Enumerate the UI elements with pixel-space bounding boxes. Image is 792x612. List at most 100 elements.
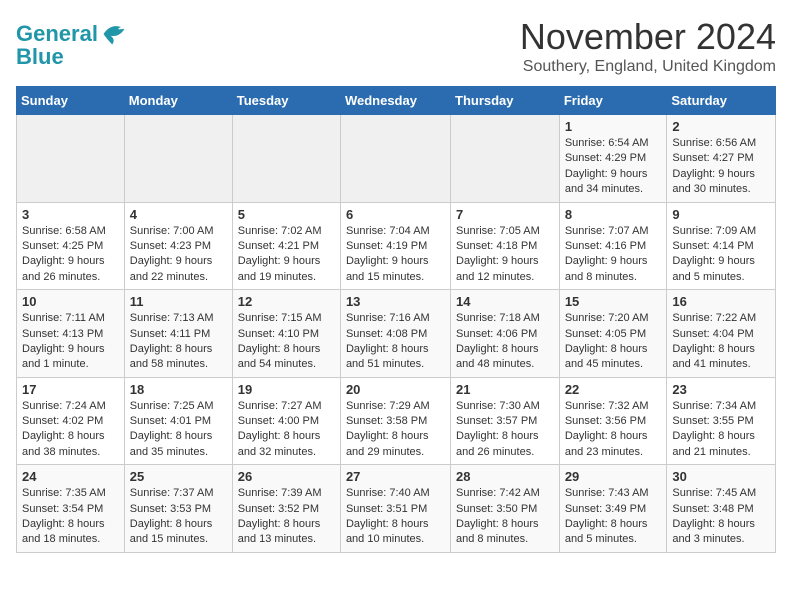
logo: General Blue <box>16 20 128 70</box>
day-info: Sunrise: 6:56 AM <box>672 136 770 151</box>
day-number: 21 <box>456 382 554 397</box>
week-row-4: 17 Sunrise: 7:24 AMSunset: 4:02 PM Dayligh… <box>17 377 776 465</box>
day-info: Daylight: 8 hours and 26 minutes. <box>456 429 554 460</box>
day-info: Sunrise: 7:22 AM <box>672 311 770 326</box>
day-number: 27 <box>346 469 445 484</box>
day-info: Sunset: 3:54 PM <box>22 502 119 517</box>
day-info: Sunset: 4:10 PM <box>238 327 335 342</box>
day-info: Daylight: 8 hours and 48 minutes. <box>456 342 554 373</box>
location: Southery, England, United Kingdom <box>520 58 776 76</box>
day-info: Daylight: 9 hours and 1 minute. <box>22 342 119 373</box>
day-info: Sunrise: 7:27 AM <box>238 399 335 414</box>
calendar-cell: 7Sunrise: 7:05 AMSunset: 4:18 PMDaylight… <box>451 202 560 290</box>
day-info: Sunset: 3:51 PM <box>346 502 445 517</box>
header: General Blue November 2024 Southery, Eng… <box>16 16 776 76</box>
day-info: Sunset: 4:06 PM <box>456 327 554 342</box>
day-number: 20 <box>346 382 445 397</box>
day-number: 17 <box>22 382 119 397</box>
header-day-friday: Friday <box>559 87 667 115</box>
day-info: Sunset: 4:01 PM <box>130 414 227 429</box>
day-info: Sunset: 3:49 PM <box>565 502 662 517</box>
day-info: Daylight: 9 hours and 5 minutes. <box>672 254 770 285</box>
day-info: Sunset: 3:55 PM <box>672 414 770 429</box>
day-info: Sunset: 3:56 PM <box>565 414 662 429</box>
day-number: 2 <box>672 119 770 134</box>
day-number: 8 <box>565 207 662 222</box>
day-info: Sunset: 4:14 PM <box>672 239 770 254</box>
day-info: Sunrise: 6:54 AM <box>565 136 662 151</box>
day-info: Sunset: 4:21 PM <box>238 239 335 254</box>
day-number: 9 <box>672 207 770 222</box>
day-info: Sunset: 4:29 PM <box>565 151 662 166</box>
day-info: Daylight: 8 hours and 54 minutes. <box>238 342 335 373</box>
calendar-table: SundayMondayTuesdayWednesdayThursdayFrid… <box>16 86 776 553</box>
day-info: Sunset: 4:19 PM <box>346 239 445 254</box>
day-info: Sunset: 4:16 PM <box>565 239 662 254</box>
day-info: Daylight: 8 hours and 8 minutes. <box>456 517 554 548</box>
logo-icon <box>100 20 128 48</box>
week-row-1: 1 Sunrise: 6:54 AMSunset: 4:29 PM Daylight… <box>17 115 776 203</box>
header-day-thursday: Thursday <box>451 87 560 115</box>
week-row-5: 24 Sunrise: 7:35 AMSunset: 3:54 PM Dayligh… <box>17 465 776 553</box>
calendar-cell: 5Sunrise: 7:02 AMSunset: 4:21 PMDaylight… <box>232 202 340 290</box>
day-info: Sunset: 4:13 PM <box>22 327 119 342</box>
calendar-cell: 8Sunrise: 7:07 AMSunset: 4:16 PMDaylight… <box>559 202 667 290</box>
calendar-cell: 16Sunrise: 7:22 AMSunset: 4:04 PMDayligh… <box>667 290 776 378</box>
day-info: Daylight: 9 hours and 30 minutes. <box>672 167 770 198</box>
day-info: Sunset: 3:57 PM <box>456 414 554 429</box>
day-number: 1 <box>565 119 662 134</box>
calendar-cell <box>17 115 125 203</box>
calendar-cell <box>124 115 232 203</box>
day-info: Daylight: 8 hours and 3 minutes. <box>672 517 770 548</box>
day-info: Sunrise: 7:42 AM <box>456 486 554 501</box>
day-info: Sunset: 4:00 PM <box>238 414 335 429</box>
day-info: Sunrise: 7:43 AM <box>565 486 662 501</box>
day-info: Daylight: 8 hours and 41 minutes. <box>672 342 770 373</box>
day-info: Sunrise: 7:15 AM <box>238 311 335 326</box>
day-info: Sunset: 3:48 PM <box>672 502 770 517</box>
calendar-cell: 30Sunrise: 7:45 AMSunset: 3:48 PMDayligh… <box>667 465 776 553</box>
calendar-cell: 11Sunrise: 7:13 AMSunset: 4:11 PMDayligh… <box>124 290 232 378</box>
day-number: 18 <box>130 382 227 397</box>
title-area: November 2024 Southery, England, United … <box>520 16 776 76</box>
day-info: Sunrise: 7:39 AM <box>238 486 335 501</box>
day-number: 25 <box>130 469 227 484</box>
calendar-cell: 9 Sunrise: 7:09 AMSunset: 4:14 PMDaylight… <box>667 202 776 290</box>
day-info: Sunrise: 7:09 AM <box>672 224 770 239</box>
day-info: Sunset: 4:23 PM <box>130 239 227 254</box>
day-info: Sunrise: 7:24 AM <box>22 399 119 414</box>
day-info: Sunset: 3:53 PM <box>130 502 227 517</box>
day-number: 7 <box>456 207 554 222</box>
day-number: 16 <box>672 294 770 309</box>
calendar-cell: 13Sunrise: 7:16 AMSunset: 4:08 PMDayligh… <box>340 290 450 378</box>
day-info: Sunrise: 7:16 AM <box>346 311 445 326</box>
day-number: 28 <box>456 469 554 484</box>
day-info: Sunset: 4:18 PM <box>456 239 554 254</box>
day-number: 24 <box>22 469 119 484</box>
day-info: Sunrise: 7:30 AM <box>456 399 554 414</box>
day-info: Daylight: 8 hours and 29 minutes. <box>346 429 445 460</box>
calendar-cell: 2 Sunrise: 6:56 AMSunset: 4:27 PMDaylight… <box>667 115 776 203</box>
day-info: Sunset: 4:11 PM <box>130 327 227 342</box>
day-info: Sunrise: 7:40 AM <box>346 486 445 501</box>
calendar-cell: 10Sunrise: 7:11 AMSunset: 4:13 PMDayligh… <box>17 290 125 378</box>
day-info: Sunrise: 7:35 AM <box>22 486 119 501</box>
day-info: Daylight: 9 hours and 26 minutes. <box>22 254 119 285</box>
day-number: 26 <box>238 469 335 484</box>
day-number: 29 <box>565 469 662 484</box>
day-info: Daylight: 9 hours and 12 minutes. <box>456 254 554 285</box>
day-info: Daylight: 8 hours and 35 minutes. <box>130 429 227 460</box>
logo-text: General <box>16 22 98 46</box>
day-number: 3 <box>22 207 119 222</box>
header-day-wednesday: Wednesday <box>340 87 450 115</box>
day-info: Sunset: 4:02 PM <box>22 414 119 429</box>
day-info: Sunrise: 7:45 AM <box>672 486 770 501</box>
calendar-cell: 4Sunrise: 7:00 AMSunset: 4:23 PMDaylight… <box>124 202 232 290</box>
calendar-cell: 1Sunrise: 6:54 AMSunset: 4:29 PMDaylight… <box>559 115 667 203</box>
day-number: 5 <box>238 207 335 222</box>
header-day-sunday: Sunday <box>17 87 125 115</box>
header-day-tuesday: Tuesday <box>232 87 340 115</box>
header-day-saturday: Saturday <box>667 87 776 115</box>
day-info: Daylight: 9 hours and 19 minutes. <box>238 254 335 285</box>
day-info: Sunset: 4:27 PM <box>672 151 770 166</box>
